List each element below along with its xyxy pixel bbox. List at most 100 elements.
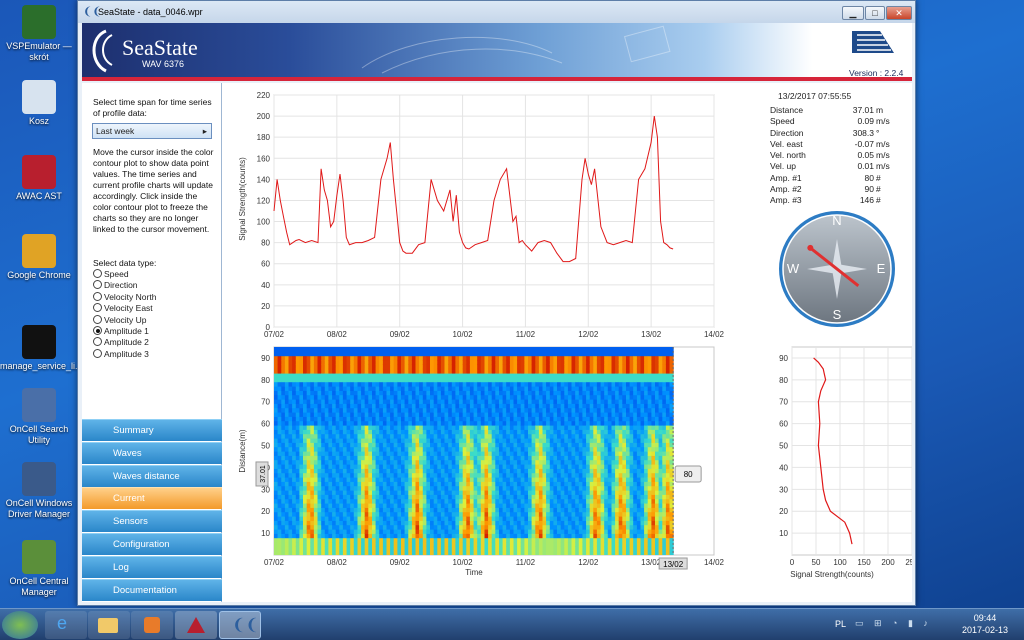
radio-button-icon[interactable]: [93, 337, 102, 347]
heatmap-cell: [480, 529, 485, 534]
heatmap-cell: [495, 399, 500, 404]
desktop-icon[interactable]: Google Chrome: [0, 234, 78, 281]
heatmap-cell: [455, 429, 460, 435]
desktop-icon[interactable]: manage_service_li...: [0, 325, 83, 372]
heatmap-cell: [288, 529, 293, 534]
heatmap-cell: [317, 407, 322, 413]
heatmap-cell: [364, 433, 369, 439]
heatmap-cell: [567, 442, 573, 448]
maximize-button[interactable]: □: [865, 6, 885, 20]
heatmap-cell: [379, 455, 384, 461]
radio-button-icon[interactable]: [93, 303, 102, 313]
datatype-radio[interactable]: Speed: [93, 269, 129, 280]
heatmap-cell: [368, 416, 373, 422]
heatmap-cell: [422, 485, 427, 491]
heatmap-cell: [386, 511, 391, 517]
heatmap-cell: [618, 433, 623, 439]
nav-summary[interactable]: Summary: [82, 419, 222, 441]
nav-waves[interactable]: Waves: [82, 441, 222, 464]
heatmap-cell: [575, 477, 580, 482]
nav-documentation[interactable]: Documentation: [82, 578, 222, 601]
heatmap-cell: [615, 381, 620, 387]
heatmap-cell: [622, 381, 627, 387]
datatype-radio[interactable]: Amplitude 1: [93, 326, 149, 337]
heatmap-cell: [386, 394, 391, 400]
heatmap-cell: [440, 373, 446, 378]
heatmap-cell: [419, 524, 424, 530]
heatmap-cell: [582, 490, 587, 495]
heatmap-cell: [484, 464, 489, 469]
heatmap-cell: [455, 537, 460, 543]
radio-button-icon[interactable]: [93, 326, 102, 335]
heatmap-cell: [557, 542, 562, 547]
desktop-icon[interactable]: AWAC AST: [0, 155, 78, 202]
radio-button-icon[interactable]: [93, 280, 102, 290]
timespan-dropdown[interactable]: Last week ▸: [92, 123, 212, 139]
heatmap-cell: [390, 381, 395, 387]
heatmap-cell: [571, 360, 576, 365]
datatype-radio[interactable]: Velocity Up: [93, 314, 147, 326]
heatmap-cell: [466, 498, 471, 504]
radio-button-icon[interactable]: [93, 291, 102, 301]
minimize-button[interactable]: ▁: [842, 6, 864, 20]
heatmap-cell: [419, 381, 424, 387]
heatmap-cell: [342, 455, 348, 461]
heatmap-cell: [379, 394, 384, 400]
title-bar[interactable]: ❨❨ SeaState - data_0046.wpr ▁ □ ✕: [78, 1, 915, 23]
heatmap-cell: [607, 433, 612, 439]
heatmap-cell: [484, 429, 489, 435]
heatmap-cell: [607, 381, 612, 387]
heatmap-cell: [596, 373, 602, 378]
desktop-icon[interactable]: OnCell Central Manager: [0, 540, 78, 598]
datatype-radio[interactable]: Amplitude 3: [93, 348, 149, 360]
heatmap-cell: [303, 373, 308, 378]
heatmap-cell: [488, 481, 493, 487]
heatmap-cell: [535, 481, 540, 487]
nav-waves-distance[interactable]: Waves distance: [82, 464, 222, 487]
desktop-icon[interactable]: Kosz: [0, 80, 78, 127]
heatmap-cell: [415, 537, 420, 543]
desktop-icon[interactable]: VSPEmulator — skrót: [0, 5, 78, 63]
heatmap-cell: [557, 403, 562, 409]
radio-button-icon[interactable]: [93, 348, 102, 358]
heatmap-cell: [335, 507, 340, 513]
heatmap-cell: [451, 524, 456, 530]
heatmap-cell: [604, 546, 609, 552]
nav-sensors[interactable]: Sensors: [82, 510, 222, 533]
datatype-radio[interactable]: Amplitude 2: [93, 337, 149, 348]
nav-log[interactable]: Log: [82, 555, 222, 578]
heatmap-cell: [455, 455, 460, 461]
desktop-icon[interactable]: OnCell Windows Driver Manager: [0, 462, 78, 520]
heatmap-cell: [451, 394, 456, 400]
heatmap-cell: [517, 420, 522, 426]
heatmap-cell: [306, 472, 311, 478]
close-button[interactable]: ✕: [886, 6, 912, 20]
heatmap-cell: [332, 438, 337, 443]
desktop-icon[interactable]: OnCell Search Utility: [0, 388, 78, 446]
heatmap-cell: [415, 433, 420, 439]
heatmap-cell: [629, 386, 634, 391]
datatype-radio[interactable]: Velocity North: [93, 291, 156, 303]
datatype-radio[interactable]: Velocity East: [93, 303, 153, 314]
heatmap-cell: [281, 529, 286, 534]
datatype-radio[interactable]: Direction: [93, 280, 138, 291]
heatmap-cell: [462, 533, 467, 539]
heatmap-cell: [299, 438, 304, 443]
heatmap-cell: [339, 516, 344, 521]
heatmap-cell: [473, 412, 478, 417]
radio-button-icon[interactable]: [93, 314, 102, 324]
heatmap-cell: [509, 412, 515, 417]
radio-button-icon[interactable]: [93, 269, 102, 278]
heatmap-cell: [560, 490, 565, 495]
heatmap-cell: [306, 390, 311, 396]
heatmap-cell: [622, 507, 627, 513]
heatmap-cell: [419, 403, 424, 409]
heatmap-cell: [353, 399, 358, 404]
nav-current[interactable]: Current: [82, 487, 222, 510]
heatmap-cell: [277, 407, 282, 413]
heatmap-cell: [575, 429, 580, 435]
heatmap-cell: [607, 416, 612, 422]
heatmap-cell: [560, 472, 565, 478]
datatype-prompt: Select data type:: [93, 258, 157, 268]
nav-configuration[interactable]: Configuration: [82, 533, 222, 555]
